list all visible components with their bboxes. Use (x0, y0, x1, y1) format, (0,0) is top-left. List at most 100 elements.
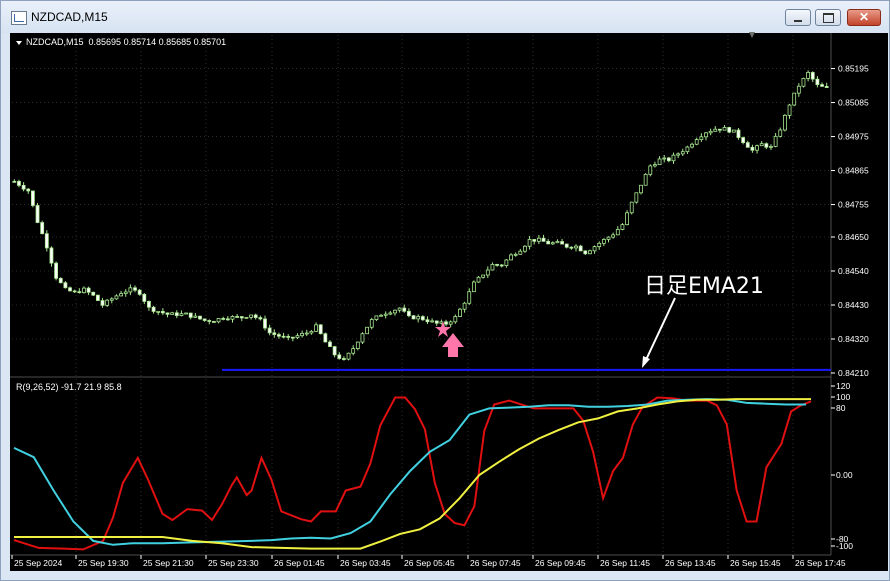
candle-bull (801, 77, 806, 87)
candle-bull (490, 263, 495, 271)
candle-bull (731, 129, 736, 133)
candle-bear (337, 354, 342, 359)
candle-bear (188, 312, 193, 318)
candle-bear (323, 333, 328, 343)
candle-bear (560, 241, 564, 245)
candle-bull (471, 281, 476, 293)
candle-bull (755, 145, 759, 151)
candle-bull (648, 165, 653, 175)
indicator-header: R(9,26,52) -91.7 21.9 85.8 (16, 382, 122, 392)
candle-bear (160, 311, 165, 314)
candle-bull (216, 318, 221, 323)
candle-bear (564, 243, 569, 248)
candle-bear (810, 72, 815, 80)
price-tick-label: 0.85195 (838, 64, 869, 74)
candle-bull (179, 313, 184, 316)
candle-bull (346, 352, 351, 360)
shift-marker-icon[interactable] (749, 32, 755, 38)
candle-bear (286, 335, 291, 338)
candle-bull (653, 164, 657, 167)
red-series-line (13, 396, 812, 551)
candle-bull (82, 287, 86, 294)
candle-bull (685, 146, 690, 153)
candle-bull (606, 236, 611, 240)
candle-bull (787, 104, 792, 116)
candle-bull (523, 245, 527, 252)
candle-bull (360, 333, 365, 343)
indicator-tick-label: 0.00 (836, 470, 853, 480)
time-tick-label: 25 Sep 23:30 (208, 558, 259, 568)
candle-bear (77, 291, 82, 294)
candle-bear (420, 316, 425, 321)
time-tick-label: 26 Sep 03:45 (340, 558, 391, 568)
candle-bull (355, 341, 360, 349)
price-tick-label: 0.84320 (838, 334, 869, 344)
candle-bear (133, 287, 137, 291)
candle-bull (592, 246, 597, 252)
candle-bear (741, 137, 746, 143)
candle-bear (68, 287, 72, 292)
indicator-tick-labels: 120100800.00-80-100 (831, 381, 853, 551)
candle-bear (12, 180, 17, 183)
candle-bull (676, 153, 681, 156)
candle-bull (611, 234, 616, 238)
indicator-label: R(9,26,52) (16, 382, 59, 392)
indicator-lines (13, 396, 812, 551)
candle-bear (147, 301, 151, 308)
candle-bull (156, 311, 161, 313)
candle-bear (406, 310, 411, 317)
candle-bear (666, 157, 671, 162)
candle-bull (597, 242, 602, 247)
candle-bear (541, 237, 546, 242)
candle-bear (546, 240, 551, 245)
candle-bear (425, 319, 430, 323)
candle-bull (300, 333, 305, 337)
candle-bear (44, 233, 49, 249)
candle-bear (95, 294, 100, 301)
candle-bull (662, 157, 667, 160)
candle-bull (704, 132, 708, 138)
pointer-arrow-icon (642, 297, 676, 368)
candle-bull (657, 158, 662, 166)
time-tick-label: 25 Sep 19:30 (78, 558, 129, 568)
candle-bear (212, 321, 216, 323)
candle-bull (634, 192, 639, 203)
time-tick-label: 26 Sep 07:45 (470, 558, 521, 568)
time-tick-label: 26 Sep 05:45 (404, 558, 455, 568)
candle-bear (402, 307, 407, 312)
time-tick-label: 25 Sep 21:30 (143, 558, 194, 568)
indicator-values: -91.7 21.9 85.8 (61, 382, 122, 392)
indicator-tick-label: 80 (836, 403, 846, 413)
candle-bear (444, 321, 448, 325)
candle-bear (58, 277, 63, 284)
candle-bear (820, 84, 824, 87)
triangle-down-icon[interactable] (16, 40, 22, 45)
candle-bull (249, 314, 253, 318)
candle-bear (532, 239, 537, 242)
candle-bear (815, 78, 820, 86)
candle-bull (601, 239, 606, 244)
candle-bull (170, 312, 175, 315)
candle-bear (263, 318, 267, 329)
candle-bear (221, 318, 226, 320)
candle-bear (91, 291, 96, 296)
candle-bear (290, 336, 295, 339)
price-tick-label: 0.84755 (838, 200, 869, 210)
candle-bull (509, 254, 513, 261)
candle-bull (629, 201, 634, 214)
candle-bull (462, 302, 467, 310)
candle-bull (448, 321, 453, 325)
candle-bull (796, 85, 801, 94)
time-tick-label: 26 Sep 15:45 (730, 558, 781, 568)
candle-bull (527, 239, 532, 247)
candle-bull (388, 312, 393, 315)
candle-bull (383, 313, 388, 316)
candle-bear (100, 300, 105, 306)
candle-bear (17, 180, 21, 186)
candle-bull (783, 114, 787, 131)
candle-bear (258, 317, 263, 320)
price-tick-label: 0.84540 (838, 266, 869, 276)
candle-bull (778, 129, 783, 137)
price-tick-label: 0.85085 (838, 98, 869, 108)
candle-bear (198, 315, 202, 320)
